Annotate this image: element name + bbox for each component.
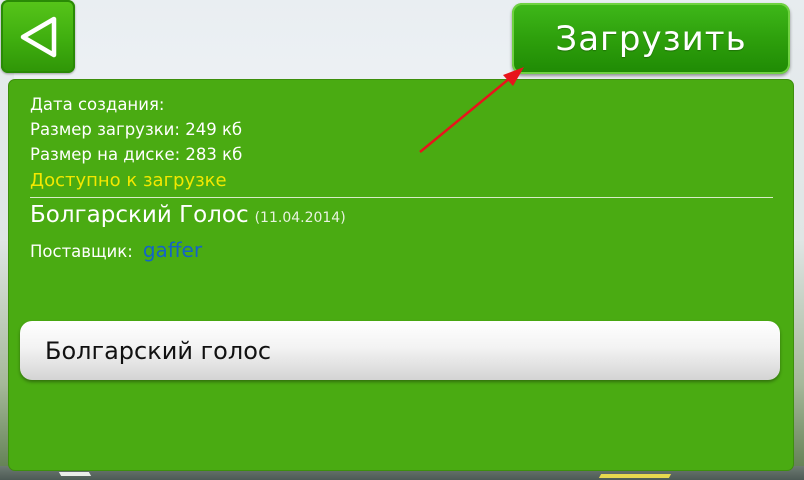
disk-size-text: Размер на диске: 283 кб <box>30 145 243 164</box>
list-item[interactable]: Болгарский голос <box>20 321 780 380</box>
item-title-row: Болгарский Голос (11.04.2014) <box>30 202 346 228</box>
road-marking <box>598 474 672 478</box>
back-triangle-icon <box>20 16 57 57</box>
provider-label: Поставщик: <box>30 242 133 261</box>
availability-status: Доступно к загрузке <box>30 170 227 191</box>
provider-row: Поставщик: gaffer <box>30 238 202 262</box>
provider-value: gaffer <box>142 238 203 262</box>
details-panel: Дата создания: Размер загрузки: 249 кб Р… <box>9 80 793 470</box>
back-button[interactable] <box>1 0 75 73</box>
item-title: Болгарский Голос <box>30 202 249 228</box>
divider <box>30 197 773 198</box>
item-date: (11.04.2014) <box>254 210 346 226</box>
download-size-text: Размер загрузки: 249 кб <box>30 120 243 139</box>
load-button[interactable]: Загрузить <box>512 3 790 74</box>
created-date-label: Дата создания: <box>30 95 165 114</box>
info-block: Дата создания: Размер загрузки: 249 кб Р… <box>30 92 242 194</box>
road-marking <box>58 472 92 476</box>
